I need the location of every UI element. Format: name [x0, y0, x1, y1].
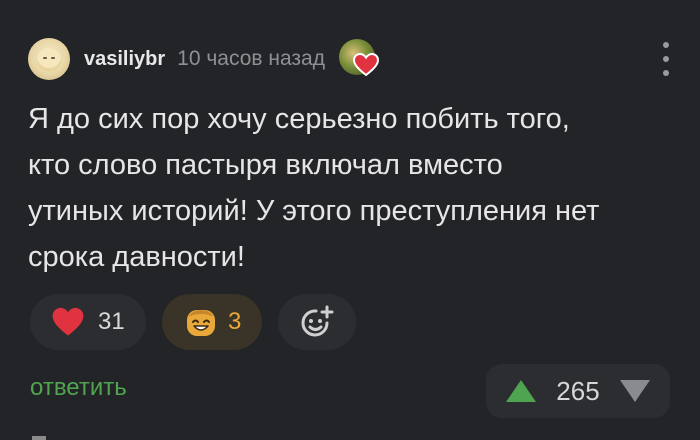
avatar-face [37, 48, 61, 72]
triangle-up-icon[interactable] [504, 378, 538, 404]
heart-reaction-button[interactable]: 31 [30, 294, 146, 350]
user-avatar[interactable] [28, 38, 70, 80]
smiling-face-icon [187, 310, 215, 336]
avatar-eye [43, 57, 47, 59]
comment-timestamp: 10 часов назад [177, 47, 325, 70]
heart-badge-icon [353, 53, 379, 77]
add-reaction-button[interactable] [278, 294, 356, 350]
reactions-bar: 31 3 [30, 294, 356, 350]
kebab-menu-icon[interactable] [654, 42, 678, 76]
comment-header: vasiliybr 10 часов назад [28, 38, 678, 80]
triangle-down-icon[interactable] [618, 378, 652, 404]
add-emoji-icon [301, 305, 334, 337]
avatar-eye [51, 57, 55, 59]
vote-widget: 265 [486, 364, 670, 418]
heart-reaction-count: 31 [98, 308, 125, 335]
vote-score: 265 [556, 375, 600, 406]
next-item-edge [32, 436, 46, 440]
heart-icon [52, 307, 84, 336]
reply-link[interactable]: ответить [30, 374, 127, 402]
smile-reaction-button[interactable]: 3 [162, 294, 262, 350]
smile-reaction-count: 3 [228, 308, 242, 335]
comment-text: Я до сих пор хочу серьезно побить того, … [28, 103, 600, 273]
user-award-badge[interactable] [339, 39, 379, 79]
username[interactable]: vasiliybr [84, 48, 165, 71]
